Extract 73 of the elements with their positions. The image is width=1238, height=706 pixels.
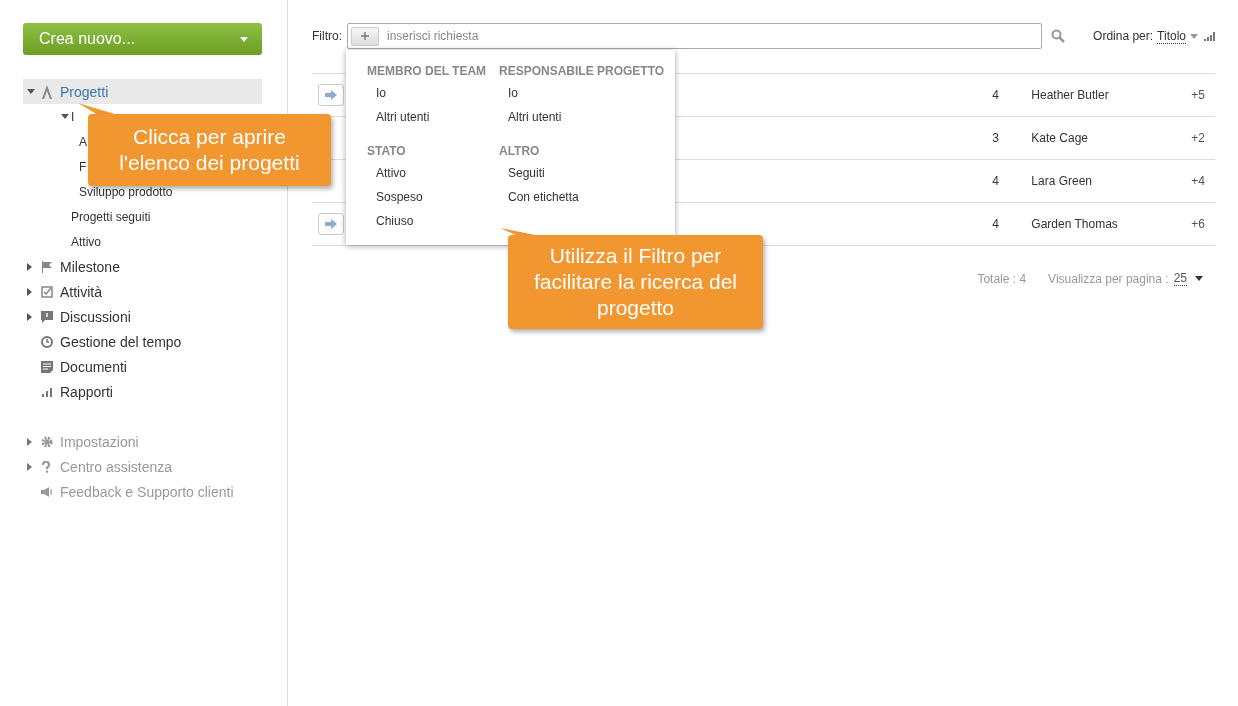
sidebar-item[interactable]: Attività bbox=[23, 279, 262, 304]
table-cell-text: 4 bbox=[992, 217, 1000, 231]
menu-option[interactable]: Io bbox=[367, 86, 499, 110]
collapsed-caret-icon[interactable] bbox=[27, 262, 32, 271]
speech-bubble-icon bbox=[41, 310, 53, 323]
sidebar-item[interactable]: Gestione del tempo bbox=[23, 329, 262, 354]
table-cell: +2 bbox=[1191, 131, 1205, 145]
open-project-button[interactable] bbox=[318, 84, 344, 106]
per-page-dropdown[interactable]: 25 bbox=[1173, 271, 1187, 286]
table-cell-text: Garden Thomas bbox=[1031, 217, 1119, 231]
table-cell: +6 bbox=[1191, 217, 1205, 231]
expanded-caret-icon[interactable] bbox=[61, 114, 69, 119]
arrow-icon bbox=[325, 90, 337, 100]
sidebar-item-selected[interactable]: Progetti bbox=[23, 79, 262, 104]
sidebar-item[interactable]: Documenti bbox=[23, 354, 262, 379]
sidebar-item[interactable]: Discussioni bbox=[23, 304, 262, 329]
menu-option[interactable]: Chiuso bbox=[367, 213, 499, 238]
menu-heading: ALTRO bbox=[499, 143, 541, 160]
gear-icon bbox=[41, 435, 53, 448]
flag-icon bbox=[41, 260, 53, 273]
menu-option[interactable]: Seguiti bbox=[499, 165, 675, 190]
table-cell-text: 3 bbox=[992, 131, 1000, 145]
menu-option[interactable]: Io bbox=[499, 86, 675, 110]
menu-option[interactable]: Attivo bbox=[367, 165, 499, 190]
table-cell: +4 bbox=[1191, 174, 1205, 188]
sidebar-subitem[interactable]: A bbox=[79, 134, 87, 149]
sidebar-subitem[interactable]: Progetti seguiti bbox=[71, 209, 151, 224]
sort-dropdown[interactable]: Titolo bbox=[1157, 28, 1186, 44]
filter-label: Filtro: bbox=[312, 29, 342, 43]
callout: Utilizza il Filtro per facilitare la ricerca del progetto bbox=[508, 235, 763, 329]
plus-icon bbox=[361, 32, 369, 40]
search-icon[interactable] bbox=[1051, 29, 1066, 43]
per-page-label: Visualizza per pagina : bbox=[1048, 271, 1169, 286]
menu-option[interactable]: Sospeso bbox=[367, 189, 499, 214]
open-project-button[interactable] bbox=[318, 213, 344, 235]
callout: Clicca per aprire l'elenco dei progetti bbox=[88, 114, 331, 186]
sidebar-subitem[interactable]: I bbox=[71, 109, 75, 124]
collapsed-caret-icon[interactable] bbox=[27, 312, 32, 321]
collapsed-caret-icon[interactable] bbox=[27, 287, 32, 296]
menu-heading: RESPONSABILE PROGETTO bbox=[499, 64, 666, 80]
table-cell-text: Kate Cage bbox=[1031, 131, 1090, 145]
table-cell-text: Heather Butler bbox=[1031, 88, 1110, 102]
menu-heading: STATO bbox=[367, 143, 407, 160]
sidebar-subitem[interactable]: Sviluppo prodotto bbox=[79, 184, 173, 199]
menu-option[interactable]: Altri utenti bbox=[367, 110, 499, 134]
dropdown-caret-icon[interactable] bbox=[1195, 276, 1203, 281]
filter-field[interactable]: inserisci richiesta bbox=[347, 23, 1043, 49]
question-mark-icon bbox=[41, 460, 51, 473]
menu-heading: MEMBRO DEL TEAM bbox=[367, 64, 488, 80]
sort-label: Ordina per: bbox=[1093, 29, 1154, 43]
sidebar-subitem[interactable]: F bbox=[79, 159, 87, 174]
document-icon bbox=[41, 360, 53, 373]
clock-icon bbox=[41, 335, 53, 348]
menu-option[interactable]: Altri utenti bbox=[499, 110, 675, 134]
expanded-caret-icon[interactable] bbox=[27, 89, 35, 94]
table-cell-text: 4 bbox=[992, 88, 1000, 102]
collapsed-caret-icon[interactable] bbox=[27, 462, 32, 471]
total-count: Totale : 4 bbox=[977, 271, 1027, 286]
sidebar-item[interactable]: Milestone bbox=[23, 254, 262, 279]
megaphone-icon bbox=[41, 485, 53, 498]
add-filter-button[interactable] bbox=[351, 26, 379, 46]
table-cell-text: Lara Green bbox=[1031, 174, 1093, 188]
dropdown-caret-icon bbox=[240, 36, 248, 42]
sidebar-item[interactable]: Rapporti bbox=[23, 379, 262, 404]
menu-option[interactable]: Con etichetta bbox=[499, 189, 675, 214]
checkbox-icon bbox=[41, 285, 53, 298]
arrow-icon bbox=[325, 219, 337, 229]
sort-order-icon[interactable] bbox=[1204, 31, 1215, 41]
table-cell: +5 bbox=[1191, 88, 1205, 102]
sidebar-subitem[interactable]: Attivo bbox=[71, 234, 101, 249]
collapsed-caret-icon[interactable] bbox=[27, 437, 32, 446]
bar-chart-icon bbox=[41, 385, 53, 398]
table-cell-text: 4 bbox=[992, 174, 1000, 188]
